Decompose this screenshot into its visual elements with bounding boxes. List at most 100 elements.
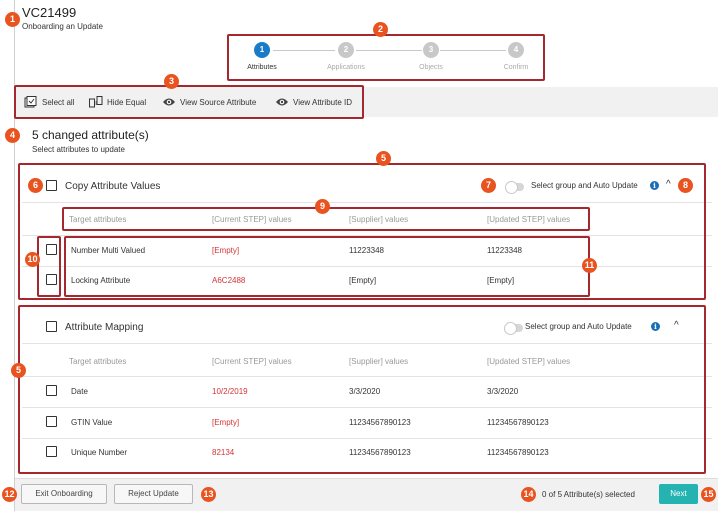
callout-badge: 6	[28, 178, 43, 193]
target-attribute: Unique Number	[71, 448, 128, 457]
callout-badge: 3	[164, 74, 179, 89]
row-checkbox[interactable]	[46, 416, 57, 427]
callout-badge: 10	[25, 252, 40, 267]
callout-badge: 5	[376, 151, 391, 166]
column-header: [Current STEP] values	[212, 215, 292, 224]
row-checkbox[interactable]	[46, 385, 57, 396]
select-all-icon	[24, 96, 37, 108]
column-header: Target attributes	[69, 357, 127, 366]
step-attributes[interactable]: 1 Attributes	[232, 42, 292, 71]
page-title: VC21499	[22, 5, 77, 20]
divider	[22, 343, 712, 344]
divider	[22, 438, 712, 439]
next-button[interactable]: Next	[659, 484, 698, 504]
auto-update-label: Select group and Auto Update	[525, 322, 632, 331]
divider	[22, 202, 712, 203]
callout-badge: 13	[201, 487, 216, 502]
step-number: 4	[508, 42, 524, 58]
current-value: A6C2488	[212, 276, 246, 285]
view-attribute-id-button[interactable]: View Attribute ID	[275, 95, 352, 109]
select-all-label: Select all	[42, 97, 75, 107]
target-attribute: Date	[71, 387, 88, 396]
step-number: 1	[254, 42, 270, 58]
step-label: Attributes	[247, 64, 277, 71]
step-label: Applications	[327, 64, 365, 71]
info-icon[interactable]: i	[651, 322, 660, 331]
select-instructions: Select attributes to update	[32, 145, 125, 154]
callout-badge: 9	[315, 199, 330, 214]
callout-badge: 5	[11, 363, 26, 378]
row-checkbox[interactable]	[46, 274, 57, 285]
hide-equal-label: Hide Equal	[107, 97, 147, 107]
auto-update-label: Select group and Auto Update	[531, 181, 638, 190]
supplier-value: 11234567890123	[349, 448, 411, 457]
view-source-attribute-button[interactable]: View Source Attribute	[162, 95, 256, 109]
divider	[22, 235, 712, 236]
supplier-value: 3/3/2020	[349, 387, 381, 396]
group-checkbox-copy-attribute-values[interactable]	[46, 180, 57, 191]
target-attribute: GTIN Value	[71, 418, 113, 427]
step-label: Objects	[419, 64, 443, 71]
callout-badge: 1	[5, 12, 20, 27]
eye-icon	[162, 96, 175, 108]
target-attribute: Locking Attribute	[71, 276, 131, 285]
hide-equal-button[interactable]: Hide Equal	[89, 95, 146, 109]
auto-update-toggle[interactable]	[505, 181, 524, 194]
step-number: 3	[423, 42, 439, 58]
callout-badge: 11	[582, 258, 597, 273]
callout-badge: 14	[521, 487, 536, 502]
column-header: [Supplier] values	[349, 357, 409, 366]
updated-value: 11234567890123	[487, 418, 549, 427]
page-subtitle: Onboarding an Update	[22, 22, 103, 31]
select-all-button[interactable]: Select all	[24, 95, 74, 109]
eye-icon	[275, 96, 288, 108]
target-attribute: Number Multi Valued	[71, 246, 146, 255]
exit-onboarding-button[interactable]: Exit Onboarding	[21, 484, 107, 504]
step-applications[interactable]: 2 Applications	[316, 42, 376, 71]
column-header: [Updated STEP] values	[487, 357, 571, 366]
callout-badge: 8	[678, 178, 693, 193]
divider	[22, 376, 712, 377]
group-title: Attribute Mapping	[65, 322, 144, 333]
changed-attributes-count: 5 changed attribute(s)	[32, 128, 149, 142]
auto-update-toggle[interactable]	[504, 322, 523, 335]
reject-update-button[interactable]: Reject Update	[114, 484, 193, 504]
chevron-up-icon[interactable]: ^	[666, 179, 671, 190]
row-checkbox[interactable]	[46, 244, 57, 255]
row-checkbox[interactable]	[46, 446, 57, 457]
callout-badge: 2	[373, 22, 388, 37]
updated-value: 11223348	[487, 246, 522, 255]
supplier-value: [Empty]	[349, 276, 377, 285]
step-number: 2	[338, 42, 354, 58]
current-value: [Empty]	[212, 246, 240, 255]
view-attribute-id-label: View Attribute ID	[293, 97, 352, 107]
current-value: [Empty]	[212, 418, 240, 427]
hide-equal-icon	[89, 96, 103, 108]
group-title: Copy Attribute Values	[65, 181, 161, 192]
step-label: Confirm	[503, 64, 529, 71]
updated-value: 11234567890123	[487, 448, 549, 457]
column-header: Target attributes	[69, 215, 127, 224]
step-confirm[interactable]: 4 Confirm	[486, 42, 546, 71]
column-header: [Updated STEP] values	[487, 215, 571, 224]
column-header: [Current STEP] values	[212, 357, 292, 366]
updated-value: 3/3/2020	[487, 387, 519, 396]
column-header: [Supplier] values	[349, 215, 409, 224]
callout-badge: 12	[2, 487, 17, 502]
updated-value: [Empty]	[487, 276, 515, 285]
current-value: 82134	[212, 448, 235, 457]
current-value: 10/2/2019	[212, 387, 248, 396]
divider	[22, 266, 712, 267]
info-icon[interactable]: i	[650, 181, 659, 190]
group-checkbox-attribute-mapping[interactable]	[46, 321, 57, 332]
chevron-up-icon[interactable]: ^	[674, 320, 679, 331]
callout-badge: 4	[5, 128, 20, 143]
selection-status: 0 of 5 Attribute(s) selected	[542, 490, 635, 499]
content-frame	[14, 0, 718, 511]
supplier-value: 11223348	[349, 246, 384, 255]
divider	[22, 407, 712, 408]
callout-badge: 15	[701, 487, 716, 502]
supplier-value: 11234567890123	[349, 418, 411, 427]
step-objects[interactable]: 3 Objects	[401, 42, 461, 71]
view-source-attribute-label: View Source Attribute	[180, 97, 257, 107]
